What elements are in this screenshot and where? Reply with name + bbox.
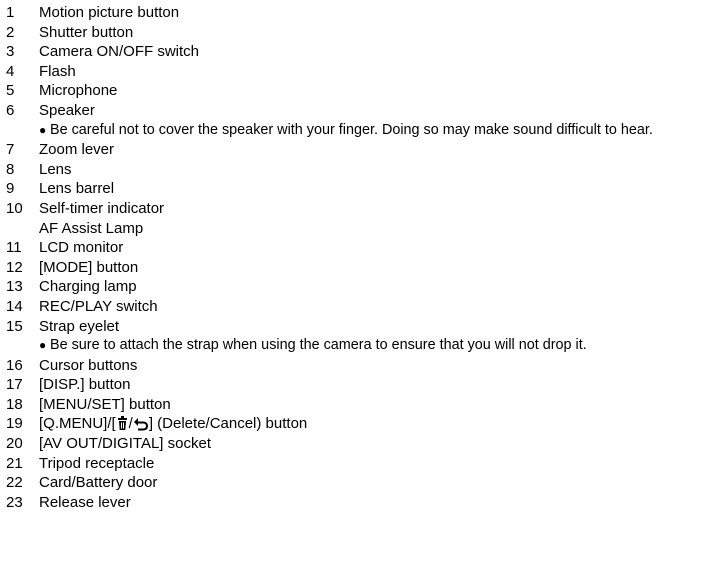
item-number: 23 xyxy=(6,493,23,511)
list-item: 17 [DISP.] button xyxy=(0,375,722,395)
item-label: Zoom lever xyxy=(39,141,115,159)
item-label: Card/Battery door xyxy=(39,474,158,492)
note-text: Be careful not to cover the speaker with… xyxy=(50,121,653,138)
list-item: 20 [AV OUT/DIGITAL] socket xyxy=(0,434,722,454)
list-item: 7 Zoom lever xyxy=(0,140,722,160)
item-label: Camera ON/OFF switch xyxy=(39,43,200,61)
bullet-icon: ● xyxy=(39,122,47,137)
item-label: [Q.MENU]/[/] (Delete/Cancel) button xyxy=(39,414,722,434)
item-label: [MODE] button xyxy=(39,258,139,276)
item-label: Charging lamp xyxy=(39,278,137,296)
item-number: 5 xyxy=(6,82,15,100)
item-label: Strap eyelet xyxy=(39,317,120,335)
item-number: 2 xyxy=(6,23,15,41)
parts-list: 1 Motion picture button 2 Shutter button… xyxy=(0,0,722,512)
item-label: Shutter button xyxy=(39,23,134,41)
list-item: 12 [MODE] button xyxy=(0,258,722,278)
item-label: Lens xyxy=(39,160,72,178)
item-number: 7 xyxy=(6,141,15,159)
item-label-prefix: [Q.MENU]/[ xyxy=(39,415,116,433)
item-number: 22 xyxy=(6,474,23,492)
item-label: [AV OUT/DIGITAL] socket xyxy=(39,435,211,453)
list-item: 14 REC/PLAY switch xyxy=(0,297,722,317)
item-label: [DISP.] button xyxy=(39,376,131,394)
item-number: 17 xyxy=(6,376,23,394)
item-number: 9 xyxy=(6,180,15,198)
item-number: 18 xyxy=(6,395,23,413)
item-number: 10 xyxy=(6,199,23,217)
list-item: 5 Microphone xyxy=(0,81,722,101)
item-label: Speaker xyxy=(39,101,95,119)
item-number: 11 xyxy=(6,239,22,257)
item-number: 21 xyxy=(6,454,23,472)
item-label: Self-timer indicator xyxy=(39,199,165,217)
bullet-icon: ● xyxy=(39,338,47,353)
list-item: 9 Lens barrel xyxy=(0,179,722,199)
item-label: Cursor buttons xyxy=(39,356,138,374)
list-item: 21 Tripod receptacle xyxy=(0,454,722,474)
item-label: Release lever xyxy=(39,493,131,511)
note: ● Be careful not to cover the speaker wi… xyxy=(0,121,722,141)
list-item: 3 Camera ON/OFF switch xyxy=(0,42,722,62)
item-label: Tripod receptacle xyxy=(39,454,155,472)
list-item: 16 Cursor buttons xyxy=(0,356,722,376)
item-number: 12 xyxy=(6,258,23,276)
item-label: Microphone xyxy=(39,82,118,100)
item-number: 8 xyxy=(6,160,15,178)
list-item: 19 [Q.MENU]/[/] (Delete/Cancel) button xyxy=(0,414,722,434)
item-number: 6 xyxy=(6,101,15,119)
item-number: 14 xyxy=(6,297,23,315)
list-item: 13 Charging lamp xyxy=(0,277,722,297)
item-number: 4 xyxy=(6,62,15,80)
list-item: 8 Lens xyxy=(0,160,722,180)
item-number: 19 xyxy=(6,415,23,433)
item-label: AF Assist Lamp xyxy=(39,219,144,237)
item-number: 1 xyxy=(6,4,15,21)
item-label: [MENU/SET] button xyxy=(39,395,171,413)
list-item: 6 Speaker xyxy=(0,101,722,121)
item-number: 15 xyxy=(6,317,23,335)
item-label: Motion picture button xyxy=(39,4,180,21)
list-item: 15 Strap eyelet xyxy=(0,317,722,337)
item-number: 16 xyxy=(6,356,23,374)
note-text: Be sure to attach the strap when using t… xyxy=(50,337,587,354)
list-item: AF Assist Lamp xyxy=(0,219,722,239)
list-item: 22 Card/Battery door xyxy=(0,473,722,493)
list-item: 18 [MENU/SET] button xyxy=(0,395,722,415)
item-label: REC/PLAY switch xyxy=(39,297,158,315)
list-item: 10 Self-timer indicator xyxy=(0,199,722,219)
item-number: 20 xyxy=(6,435,23,453)
item-number xyxy=(0,219,39,239)
list-item: 2 Shutter button xyxy=(0,23,722,43)
item-number: 13 xyxy=(6,278,23,296)
list-item: 4 Flash xyxy=(0,62,722,82)
item-label: Lens barrel xyxy=(39,180,115,198)
list-item: 1 Motion picture button xyxy=(0,3,722,23)
list-item: 23 Release lever xyxy=(0,493,722,513)
item-label: Flash xyxy=(39,62,76,80)
note: ● Be sure to attach the strap when using… xyxy=(0,336,722,356)
item-label: LCD monitor xyxy=(39,239,124,257)
item-label-suffix: ] (Delete/Cancel) button xyxy=(148,415,308,433)
item-number: 3 xyxy=(6,43,15,61)
list-item: 11 LCD monitor xyxy=(0,238,722,258)
